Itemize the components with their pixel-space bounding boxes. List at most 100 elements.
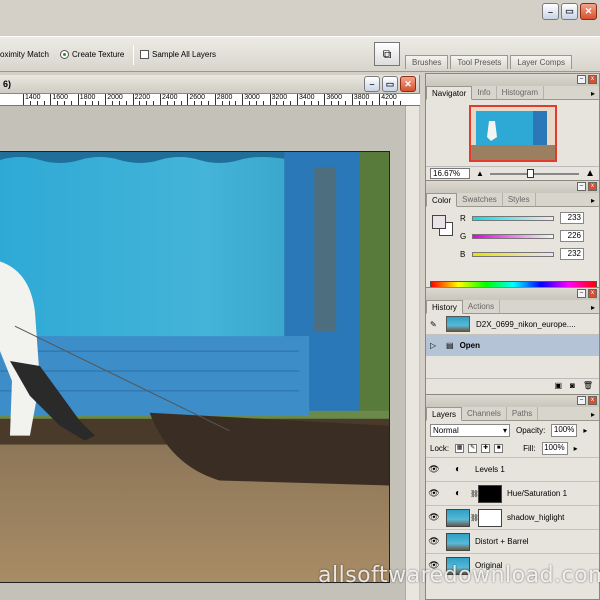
layer-row[interactable]: 👁 Distort + Barrel <box>426 529 599 553</box>
zoom-out-icon[interactable]: ▲ <box>476 169 484 178</box>
brushes-tab[interactable]: Brushes <box>405 55 449 69</box>
ruler-major-tick <box>160 94 161 105</box>
history-state-marker-icon: ▷ <box>430 340 437 350</box>
zoom-field[interactable]: 16.67% <box>430 168 470 179</box>
doc-minimize-button[interactable]: – <box>364 76 380 92</box>
color-minimize-button[interactable]: – <box>577 182 586 191</box>
r-label: R <box>460 213 466 223</box>
navigator-preview[interactable] <box>426 100 599 166</box>
horizontal-ruler[interactable]: 1400 1600 1800 2000 2200 2400 2600 2800 3000 3200… <box>0 94 420 106</box>
lock-pixels-icon[interactable]: ✎ <box>468 443 478 453</box>
lock-transparency-icon[interactable]: ▦ <box>455 443 465 453</box>
tab-info[interactable]: Info <box>472 86 497 99</box>
layer-row[interactable]: 👁 ◐ ⛓ Hue/Saturation 1 <box>426 481 599 505</box>
new-document-icon[interactable]: ▣ <box>554 381 562 390</box>
ruler-minor-tick <box>43 101 45 105</box>
navigator-menu-icon[interactable]: ▸ <box>591 89 595 98</box>
ruler-minor-tick <box>372 101 374 105</box>
options-divider <box>133 45 134 65</box>
trash-icon[interactable]: 🗑 <box>583 381 593 390</box>
history-step-row[interactable]: ▷ ▤ Open <box>426 335 599 356</box>
chain-link-icon[interactable]: ⛓ <box>470 490 479 498</box>
ruler-major-tick <box>105 94 107 105</box>
opacity-field[interactable]: 100% <box>551 423 578 437</box>
app-maximize-button[interactable]: ▭ <box>561 3 578 20</box>
lock-position-icon[interactable]: ✚ <box>481 443 491 453</box>
color-menu-icon[interactable]: ▸ <box>591 196 595 205</box>
proximity-match-option[interactable]: oximity Match <box>0 50 49 59</box>
layers-close-button[interactable]: x <box>588 396 597 405</box>
layer-thumbnail <box>446 532 470 551</box>
layer-row[interactable]: 👁 ◐ Levels 1 <box>426 457 599 481</box>
ruler-label: 3000 <box>244 94 260 101</box>
chain-link-icon[interactable]: ⛓ <box>470 514 479 522</box>
tab-swatches[interactable]: Swatches <box>457 193 503 206</box>
document-vertical-scrollbar[interactable] <box>405 106 419 600</box>
r-value-field[interactable]: 233 <box>560 212 584 224</box>
history-footer: ▣ ◙ 🗑 <box>426 378 599 392</box>
b-slider[interactable] <box>472 251 554 257</box>
tab-styles[interactable]: Styles <box>503 193 536 206</box>
fill-arrow-icon[interactable]: ▸ <box>574 444 578 453</box>
g-value-field[interactable]: 226 <box>560 230 584 242</box>
ruler-major-tick <box>50 94 52 105</box>
blend-mode-select[interactable]: Normal ▾ <box>430 423 510 437</box>
navigator-minimize-button[interactable]: – <box>577 75 586 84</box>
tab-histogram[interactable]: Histogram <box>497 86 545 99</box>
ruler-minor-tick <box>98 101 100 105</box>
fill-field[interactable]: 100% <box>541 441 568 455</box>
zoom-in-icon[interactable]: ▲ <box>585 168 595 179</box>
create-texture-radio[interactable] <box>60 50 69 59</box>
tab-channels[interactable]: Channels <box>462 407 507 420</box>
history-palette-header[interactable]: – x <box>426 288 599 300</box>
sample-all-layers-checkbox[interactable] <box>140 50 149 59</box>
zoom-slider-handle[interactable] <box>527 168 535 178</box>
history-menu-icon[interactable]: ▸ <box>591 303 595 312</box>
history-snapshot-row[interactable]: ✎ D2X_0699_nikon_europe.... <box>426 314 599 335</box>
new-snapshot-icon[interactable]: ◙ <box>570 381 575 390</box>
eye-icon[interactable]: 👁 <box>426 536 442 547</box>
app-close-button[interactable]: ✕ <box>580 3 597 20</box>
g-slider[interactable] <box>472 233 554 239</box>
layers-palette-header[interactable]: – x <box>426 395 599 407</box>
eye-icon[interactable]: 👁 <box>426 512 442 523</box>
r-slider[interactable] <box>472 215 554 221</box>
color-palette-header[interactable]: – x <box>426 181 599 193</box>
tab-history[interactable]: History <box>426 300 463 314</box>
layer-thumbnail <box>446 508 470 527</box>
history-close-button[interactable]: x <box>588 289 597 298</box>
tab-navigator[interactable]: Navigator <box>426 86 473 100</box>
layer-comps-tab[interactable]: Layer Comps <box>510 55 572 69</box>
navigator-close-button[interactable]: x <box>588 75 597 84</box>
watermark-text: allsoftwaredownload.com <box>318 563 600 588</box>
ruler-minor-tick <box>338 101 340 105</box>
app-minimize-button[interactable]: – <box>542 3 559 20</box>
history-minimize-button[interactable]: – <box>577 289 586 298</box>
palette-well-icon[interactable]: ⧉ <box>374 42 400 66</box>
tab-actions[interactable]: Actions <box>463 300 501 313</box>
ruler-label: 2800 <box>216 94 233 101</box>
eye-icon[interactable]: 👁 <box>426 488 442 499</box>
document-titlebar[interactable]: 6) – ▭ ✕ <box>0 75 419 94</box>
doc-close-button[interactable]: ✕ <box>400 76 416 92</box>
zoom-slider[interactable] <box>489 168 580 178</box>
canvas-area[interactable] <box>0 106 420 600</box>
tab-layers[interactable]: Layers <box>426 407 463 421</box>
lock-all-icon[interactable]: ■ <box>494 443 504 453</box>
layer-row[interactable]: 👁 ⛓ shadow_higlight <box>426 505 599 529</box>
doc-maximize-button[interactable]: ▭ <box>382 76 398 92</box>
b-value-field[interactable]: 232 <box>560 248 584 260</box>
navigator-palette-header[interactable]: – x <box>426 74 599 86</box>
history-palette-controls: – x <box>577 289 597 298</box>
foreground-color-swatch[interactable] <box>432 215 446 229</box>
opacity-arrow-icon[interactable]: ▸ <box>583 426 587 435</box>
tab-paths[interactable]: Paths <box>507 407 539 420</box>
sample-all-layers-option[interactable]: Sample All Layers <box>140 50 216 59</box>
tool-presets-tab[interactable]: Tool Presets <box>450 55 509 69</box>
layers-menu-icon[interactable]: ▸ <box>591 410 595 419</box>
eye-icon[interactable]: 👁 <box>426 464 442 475</box>
layers-minimize-button[interactable]: – <box>577 396 586 405</box>
color-close-button[interactable]: x <box>588 182 597 191</box>
tab-color[interactable]: Color <box>426 193 458 207</box>
create-texture-option[interactable]: Create Texture <box>60 50 124 59</box>
